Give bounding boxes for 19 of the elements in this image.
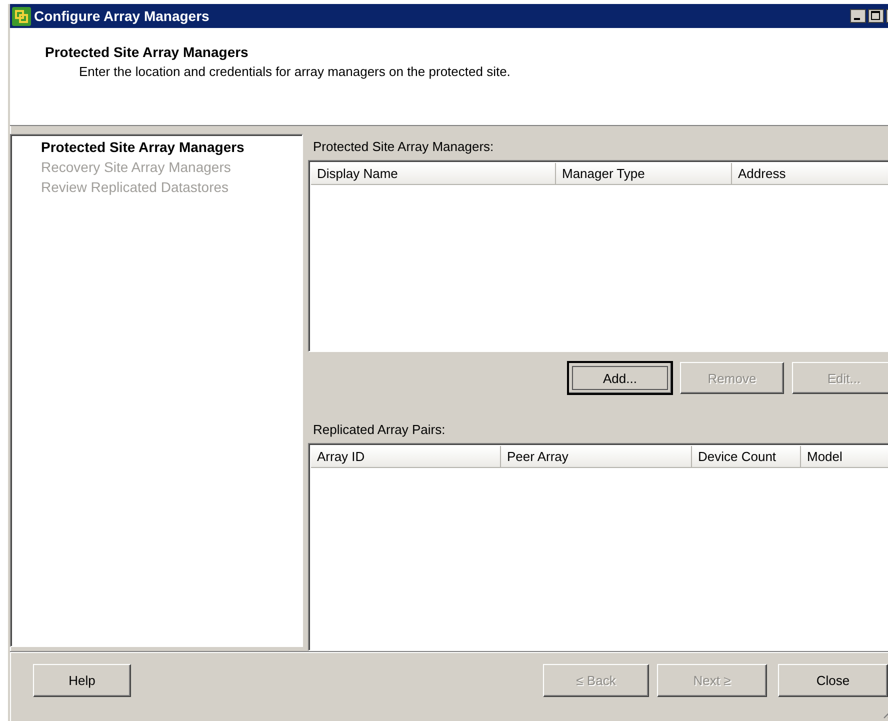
page-title: Protected Site Array Managers [45,44,250,60]
table-label: Protected Site Array Managers: [313,139,495,154]
column-header[interactable]: Peer Array [501,446,692,468]
app-icon [12,6,31,26]
column-header[interactable]: Address [732,163,888,185]
footer-button[interactable]: Close [778,664,888,697]
column-header[interactable]: Manager Type [556,163,732,185]
column-header[interactable]: Model [801,446,888,468]
table-label: Replicated Array Pairs: [313,422,446,437]
column-header[interactable]: Display Name [311,163,556,185]
column-header[interactable]: Device Count [692,446,801,468]
window-title: Configure Array Managers [34,8,210,24]
page-description: Enter the location and credentials for array managers on the protected site. [79,64,512,79]
minimize-icon[interactable] [850,9,866,23]
action-button[interactable]: Add... [568,362,672,394]
footer-button[interactable]: Help [33,664,131,697]
column-header[interactable]: Array ID [311,446,501,468]
wizard-step[interactable]: Protected Site Array Managers [41,139,302,155]
maximize-icon[interactable] [868,9,884,23]
